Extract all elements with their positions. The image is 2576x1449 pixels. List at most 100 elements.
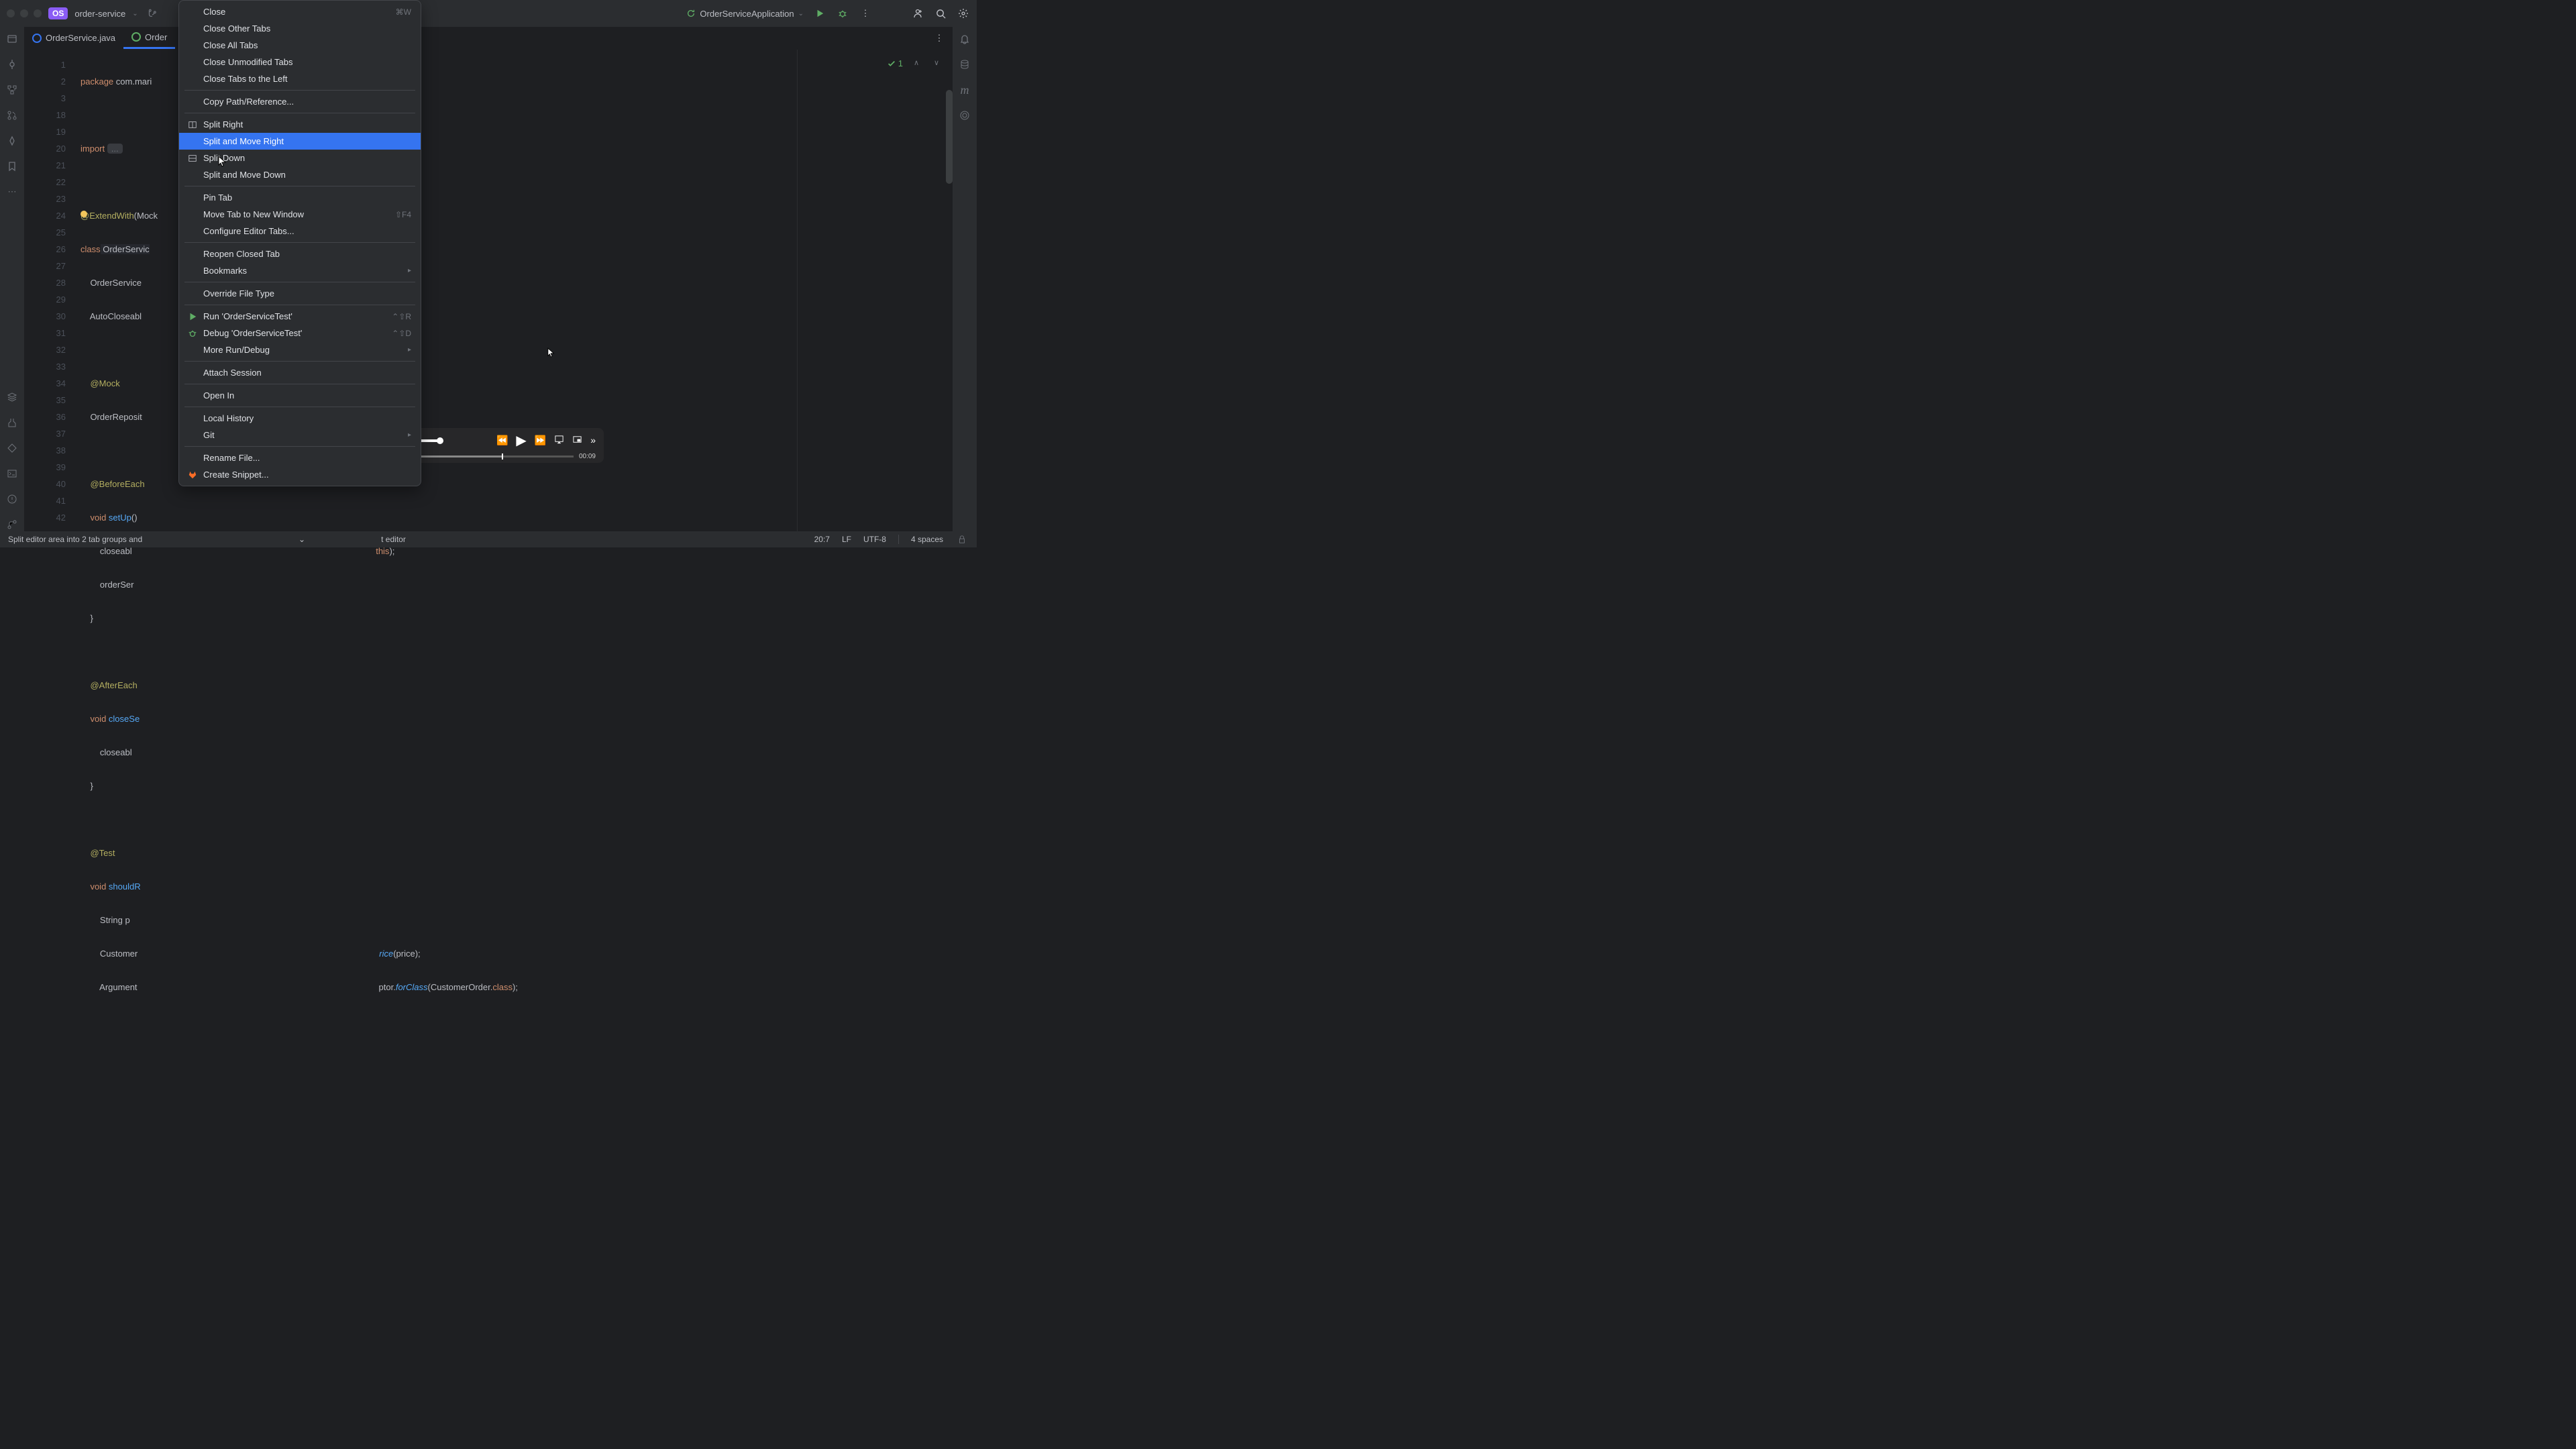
maven-tool-icon[interactable]: m [958,83,971,97]
menu-git[interactable]: Git▸ [179,427,421,443]
line-number: 26 [24,241,80,258]
line-number: 41 [24,492,80,509]
line-number: 18 [24,107,80,123]
more-tool-icon[interactable]: ⋯ [5,185,19,199]
debug-button[interactable] [836,7,849,20]
menu-close-others[interactable]: Close Other Tabs [179,20,421,37]
coverage-tool-icon[interactable] [958,109,971,122]
line-number: 25 [24,224,80,241]
more-actions-icon[interactable]: ⋮ [859,7,872,20]
tab-orderservice[interactable]: OrderService.java [24,27,123,49]
run-configuration-selector[interactable]: OrderServiceApplication ⌄ [686,9,804,19]
menu-separator [184,446,415,447]
volume-thumb[interactable] [437,437,443,444]
tab-order[interactable]: Order [123,27,175,49]
services-tool-icon[interactable] [5,441,19,455]
settings-icon[interactable] [957,7,970,20]
commit-tool-icon[interactable] [5,58,19,71]
terminal-tool-icon[interactable] [5,467,19,480]
java-test-icon [131,32,141,42]
search-icon[interactable] [934,7,947,20]
intention-bulb-icon[interactable] [79,210,89,219]
menu-run-test[interactable]: Run 'OrderServiceTest'⌃⇧R [179,308,421,325]
minimize-window-icon[interactable] [20,9,28,17]
status-hint: t editor [381,535,406,544]
scrollbar-thumb[interactable] [946,90,953,184]
menu-split-right[interactable]: Split Right [179,116,421,133]
rewind-icon[interactable]: ⏪ [496,435,508,446]
vcs-branch-icon[interactable] [145,7,158,20]
menu-override-filetype[interactable]: Override File Type [179,285,421,302]
line-number: 20 [24,140,80,157]
notifications-icon[interactable] [958,32,971,46]
menu-debug-test[interactable]: Debug 'OrderServiceTest'⌃⇧D [179,325,421,341]
line-number: 1 [24,56,80,73]
indent-setting[interactable]: 4 spaces [911,535,943,544]
chevron-down-icon[interactable]: ⌄ [295,533,309,546]
tab-context-menu: Close⌘W Close Other Tabs Close All Tabs … [178,0,421,486]
seek-bar[interactable] [403,455,574,458]
project-name[interactable]: order-service [74,9,125,19]
menu-move-new-window[interactable]: Move Tab to New Window⇧F4 [179,206,421,223]
right-margin-guide [797,50,798,531]
menu-rename-file[interactable]: Rename File... [179,449,421,466]
code-with-me-icon[interactable] [911,7,924,20]
menu-more-run[interactable]: More Run/Debug▸ [179,341,421,358]
problems-tool-icon[interactable] [5,492,19,506]
pip-icon[interactable] [572,435,582,447]
run-config-label: OrderServiceApplication [700,9,794,19]
seek-thumb[interactable] [502,453,503,460]
pull-requests-icon[interactable] [5,109,19,122]
separator [898,535,899,544]
maximize-window-icon[interactable] [34,9,42,17]
prev-highlight-icon[interactable]: ∧ [910,57,923,70]
run-button[interactable] [813,7,826,20]
chevron-down-icon: ⌄ [798,10,804,17]
build-tool-icon[interactable] [5,416,19,429]
database-tool-icon[interactable] [958,58,971,71]
menu-close-all[interactable]: Close All Tabs [179,37,421,54]
line-number: 21 [24,157,80,174]
java-class-icon [32,34,42,43]
caret-position[interactable]: 20:7 [814,535,830,544]
menu-reopen-closed[interactable]: Reopen Closed Tab [179,246,421,262]
menu-bookmarks[interactable]: Bookmarks▸ [179,262,421,279]
menu-open-in[interactable]: Open In [179,387,421,404]
git-tool-icon[interactable] [5,518,19,531]
line-separator[interactable]: LF [842,535,851,544]
menu-configure-tabs[interactable]: Configure Editor Tabs... [179,223,421,239]
structure-tool-icon[interactable] [5,83,19,97]
menu-separator [184,242,415,243]
chevron-down-icon[interactable]: ⌄ [132,10,138,17]
tool-icon[interactable] [5,134,19,148]
project-tool-icon[interactable] [5,32,19,46]
next-highlight-icon[interactable]: ∨ [930,57,943,70]
menu-close-unmodified[interactable]: Close Unmodified Tabs [179,54,421,70]
menu-split-move-down[interactable]: Split and Move Down [179,166,421,183]
menu-close[interactable]: Close⌘W [179,3,421,20]
folded-region[interactable]: ... [107,144,123,154]
lock-icon[interactable] [955,533,969,546]
forward-icon[interactable]: ⏩ [535,435,546,446]
menu-copy-path[interactable]: Copy Path/Reference... [179,93,421,110]
menu-create-snippet[interactable]: Create Snippet... [179,466,421,483]
line-number: 3 [24,90,80,107]
menu-attach-session[interactable]: Attach Session [179,364,421,381]
line-number: 31 [24,325,80,341]
inspection-badge[interactable]: 1 [887,55,903,72]
tab-options-icon[interactable]: ⋮ [932,32,946,45]
menu-pin-tab[interactable]: Pin Tab [179,189,421,206]
file-encoding[interactable]: UTF-8 [863,535,886,544]
play-icon[interactable]: ▶ [516,432,526,449]
layers-icon[interactable] [5,390,19,404]
more-video-icon[interactable]: » [590,435,596,447]
airplay-icon[interactable] [554,435,564,447]
close-window-icon[interactable] [7,9,15,17]
submenu-arrow-icon: ▸ [408,267,411,274]
menu-split-move-right[interactable]: Split and Move Right [179,133,421,150]
menu-local-history[interactable]: Local History [179,410,421,427]
bookmarks-tool-icon[interactable] [5,160,19,173]
menu-close-left[interactable]: Close Tabs to the Left [179,70,421,87]
line-number: 2 [24,73,80,90]
menu-split-down[interactable]: Split Down [179,150,421,166]
